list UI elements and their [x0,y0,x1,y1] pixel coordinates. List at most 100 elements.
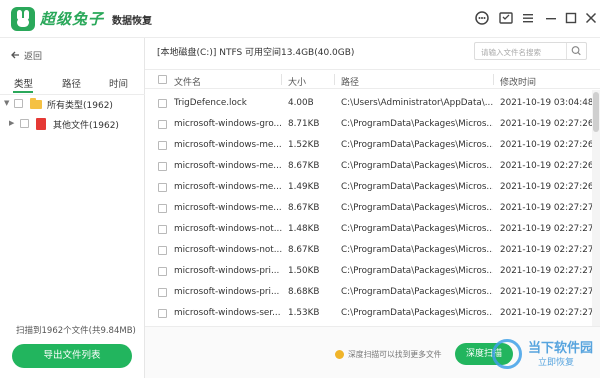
cell-path: C:\ProgramData\Packages\Micros... [341,224,493,234]
cell-path: C:\ProgramData\Packages\Micros... [341,161,493,171]
cell-path: C:\Users\Administrator\AppData\... [341,98,493,108]
table-row[interactable]: microsoft-windows-gro... 8.71KB C:\Program… [145,114,594,135]
cell-name: microsoft-windows-not... [174,245,283,255]
select-all-checkbox[interactable] [158,75,167,84]
app-brand: 超级兔子 [40,10,105,28]
search-icon[interactable] [566,43,586,59]
cell-path: C:\ProgramData\Packages\Micros... [341,119,493,129]
chevron-down-icon[interactable]: ▼ [4,99,9,107]
tab-type[interactable]: 类型 [14,76,33,90]
column-path[interactable]: 路径 [341,75,359,88]
table-row[interactable]: microsoft-windows-pri... 1.50KB C:\Program… [145,261,593,282]
table-row[interactable]: microsoft-windows-me... 8.67KB C:\ProgramD… [145,156,593,177]
close-icon[interactable] [583,10,599,26]
tab-time[interactable]: 时间 [109,76,128,90]
active-tab-indicator [13,91,33,93]
search-box[interactable]: 请输入文件名搜索 [474,42,587,60]
cell-name: microsoft-windows-me... [174,182,282,192]
tip-icon [335,350,344,359]
scrollbar-thumb[interactable] [593,92,599,132]
tree-item-label: 其他文件(1962) [53,121,119,131]
row-checkbox[interactable] [158,99,167,108]
column-modified[interactable]: 修改时间 [500,75,536,88]
row-checkbox[interactable] [158,288,167,297]
file-icon [36,118,46,130]
app-logo-icon [11,7,35,31]
table-row[interactable]: microsoft-windows-not... 1.48KB C:\Program… [145,219,594,240]
cell-modified: 2021-10-19 02:27:26 [500,119,594,129]
minimize-icon[interactable] [543,10,559,26]
row-checkbox[interactable] [158,183,167,192]
tree-checkbox-other[interactable] [20,119,29,128]
row-checkbox[interactable] [158,204,167,213]
cell-size: 8.68KB [288,287,320,297]
column-name[interactable]: 文件名 [174,75,201,88]
row-checkbox[interactable] [158,141,167,150]
tab-path[interactable]: 路径 [62,76,81,90]
title-bar: 超级兔子 数据恢复 [0,0,600,38]
cell-modified: 2021-10-19 03:04:48 [500,98,594,108]
feedback-icon[interactable] [498,10,514,26]
column-divider [334,74,335,85]
deep-scan-tip: 深度扫描可以找到更多文件 [335,349,442,360]
cell-name: microsoft-windows-pri... [174,266,280,276]
tree-item-all-types[interactable]: ▼ 所有类型(1962) [0,96,145,112]
table-row[interactable]: microsoft-windows-me... 8.67KB C:\ProgramD… [145,198,594,219]
sidebar: 返回 类型 路径 时间 ▼ 所有类型(1962) ▶ 其他文件(1962) 扫描… [0,38,145,378]
cell-name: microsoft-windows-me... [174,140,282,150]
maximize-icon[interactable] [563,10,579,26]
folder-icon [30,98,42,109]
divider [0,94,145,95]
export-list-button[interactable]: 导出文件列表 [12,344,132,368]
sidebar-tabs: 类型 路径 时间 [0,76,145,93]
row-checkbox[interactable] [158,225,167,234]
table-row[interactable]: microsoft-windows-pri... 8.68KB C:\Program… [145,282,594,303]
back-button[interactable]: 返回 [10,48,42,62]
back-label: 返回 [24,51,43,62]
search-input[interactable]: 请输入文件名搜索 [481,47,541,58]
watermark-line1: 当下软件园 [528,341,594,356]
table-scrollbar[interactable] [592,90,600,326]
cell-name: microsoft-windows-me... [174,203,282,213]
cell-size: 1.48KB [288,224,320,234]
table-row[interactable]: microsoft-windows-not... 8.67KB C:\Program… [145,240,593,261]
row-checkbox[interactable] [158,162,167,171]
cell-size: 1.52KB [288,140,320,150]
cell-modified: 2021-10-19 02:27:26 [500,140,594,150]
row-checkbox[interactable] [158,309,167,318]
cell-size: 1.49KB [288,182,320,192]
support-icon[interactable] [474,10,490,26]
tree-item-other-files[interactable]: ▶ 其他文件(1962) [0,116,145,132]
cell-modified: 2021-10-19 02:27:27 [500,224,594,234]
disk-info: [本地磁盘(C:)] NTFS 可用空间13.4GB(40.0GB) [157,48,355,58]
table-row[interactable]: microsoft-windows-me... 1.52KB C:\ProgramD… [145,135,594,156]
cell-path: C:\ProgramData\Packages\Micros... [341,287,493,297]
main-panel: [本地磁盘(C:)] NTFS 可用空间13.4GB(40.0GB) 请输入文件… [145,38,600,378]
row-checkbox[interactable] [158,120,167,129]
column-divider [493,74,494,85]
table-row[interactable]: microsoft-windows-me... 1.49KB C:\ProgramD… [145,177,593,198]
cell-modified: 2021-10-19 02:27:27 [500,308,594,318]
cell-name: microsoft-windows-ser... [174,308,281,318]
tree-checkbox-all[interactable] [14,99,23,108]
cell-path: C:\ProgramData\Packages\Micros... [341,245,493,255]
cell-modified: 2021-10-19 02:27:27 [500,203,594,213]
table-row[interactable]: microsoft-windows-ser... 1.53KB C:\Program… [145,303,594,324]
table-header: 文件名 大小 路径 修改时间 [145,69,600,89]
cell-size: 1.50KB [288,266,320,276]
tip-text: 深度扫描可以找到更多文件 [348,350,442,359]
menu-icon[interactable] [520,10,536,26]
row-checkbox[interactable] [158,267,167,276]
column-divider [281,74,282,85]
cell-name: TrigDefence.lock [174,98,247,108]
cell-modified: 2021-10-19 02:27:27 [500,287,594,297]
table-row[interactable]: TrigDefence.lock 4.00B C:\Users\Administra… [145,93,594,114]
row-checkbox[interactable] [158,246,167,255]
chevron-right-icon[interactable]: ▶ [9,119,14,127]
cell-size: 8.71KB [288,119,320,129]
column-size[interactable]: 大小 [288,75,306,88]
tree-item-label: 所有类型(1962) [47,101,113,111]
cell-size: 8.67KB [288,203,320,213]
app-subtitle: 数据恢复 [112,16,152,27]
cell-path: C:\ProgramData\Packages\Micros... [341,140,493,150]
